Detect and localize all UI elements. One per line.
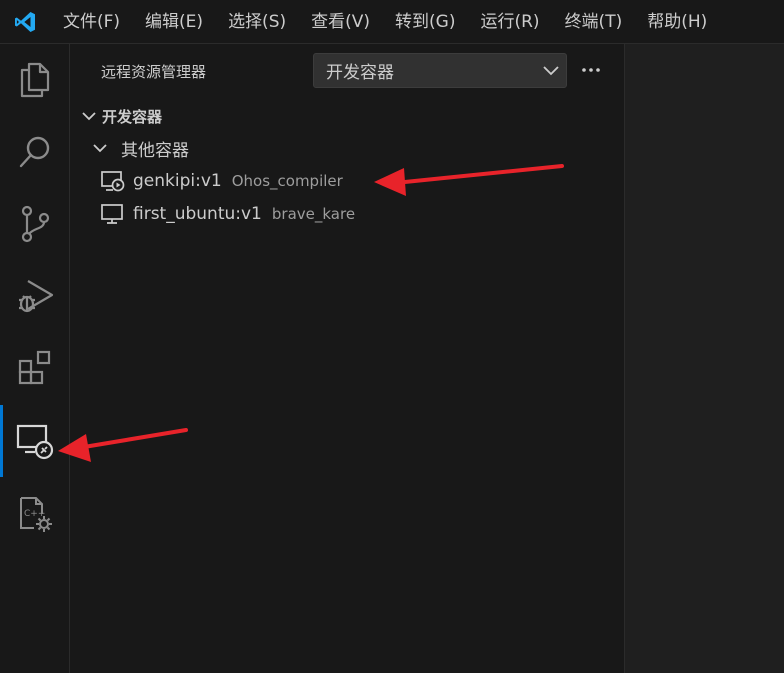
- svg-text:C++: C++: [24, 509, 45, 519]
- container-description: Ohos_compiler: [231, 172, 343, 190]
- chevron-down-icon: [93, 143, 121, 153]
- source-control-icon: [21, 205, 50, 243]
- activity-source-control[interactable]: [0, 194, 70, 254]
- title-bar: 文件(F) 编辑(E) 选择(S) 查看(V) 转到(G) 运行(R) 终端(T…: [0, 0, 784, 44]
- remote-explorer-sidebar: 远程资源管理器 开发容器 开发容器 其他容器 genkipi:v1 Ohos_c…: [70, 44, 625, 673]
- remote-explorer-icon: [16, 424, 54, 460]
- menu-bar: 文件(F) 编辑(E) 选择(S) 查看(V) 转到(G) 运行(R) 终端(T…: [50, 0, 719, 44]
- activity-remote-explorer[interactable]: [0, 405, 70, 477]
- menu-selection[interactable]: 选择(S): [215, 0, 298, 44]
- editor-area: [625, 44, 784, 673]
- activity-explorer[interactable]: [0, 50, 70, 110]
- container-item[interactable]: first_ubuntu:v1 brave_kare: [70, 198, 624, 230]
- container-name: first_ubuntu:v1: [133, 204, 262, 224]
- section-dev-containers[interactable]: 开发容器: [70, 100, 624, 132]
- activity-extensions[interactable]: [0, 338, 70, 398]
- files-icon: [20, 62, 50, 98]
- extensions-icon: [18, 350, 51, 385]
- activity-search[interactable]: [0, 122, 70, 182]
- activity-run-debug[interactable]: [0, 266, 70, 326]
- remote-type-select[interactable]: 开发容器: [313, 53, 567, 88]
- menu-run[interactable]: 运行(R): [467, 0, 551, 44]
- remote-type-value: 开发容器: [326, 63, 394, 83]
- container-stopped-icon: [101, 203, 133, 225]
- menu-terminal[interactable]: 终端(T): [552, 0, 635, 44]
- container-description: brave_kare: [271, 205, 356, 223]
- run-debug-icon: [19, 280, 54, 313]
- cpp-settings-icon: C++: [20, 497, 52, 532]
- group-label: 其他容器: [121, 140, 189, 161]
- section-label: 开发容器: [102, 107, 163, 126]
- menu-file[interactable]: 文件(F): [50, 0, 132, 44]
- activity-bar: C++: [0, 44, 70, 673]
- menu-edit[interactable]: 编辑(E): [132, 0, 215, 44]
- menu-help[interactable]: 帮助(H): [634, 0, 719, 44]
- group-other-containers[interactable]: 其他容器: [70, 132, 624, 164]
- menu-view[interactable]: 查看(V): [298, 0, 382, 44]
- more-actions-icon[interactable]: [579, 58, 603, 82]
- menu-go[interactable]: 转到(G): [382, 0, 467, 44]
- container-running-icon: [101, 170, 133, 192]
- container-name: genkipi:v1: [133, 171, 222, 191]
- chevron-down-icon: [536, 65, 566, 76]
- activity-cpp-settings[interactable]: C++: [0, 484, 70, 544]
- sidebar-header: 远程资源管理器 开发容器: [70, 44, 624, 100]
- container-item[interactable]: genkipi:v1 Ohos_compiler: [70, 165, 624, 197]
- search-icon: [19, 136, 50, 168]
- sidebar-title: 远程资源管理器: [101, 63, 207, 81]
- vscode-logo-icon: [0, 0, 50, 44]
- chevron-down-icon: [82, 111, 102, 121]
